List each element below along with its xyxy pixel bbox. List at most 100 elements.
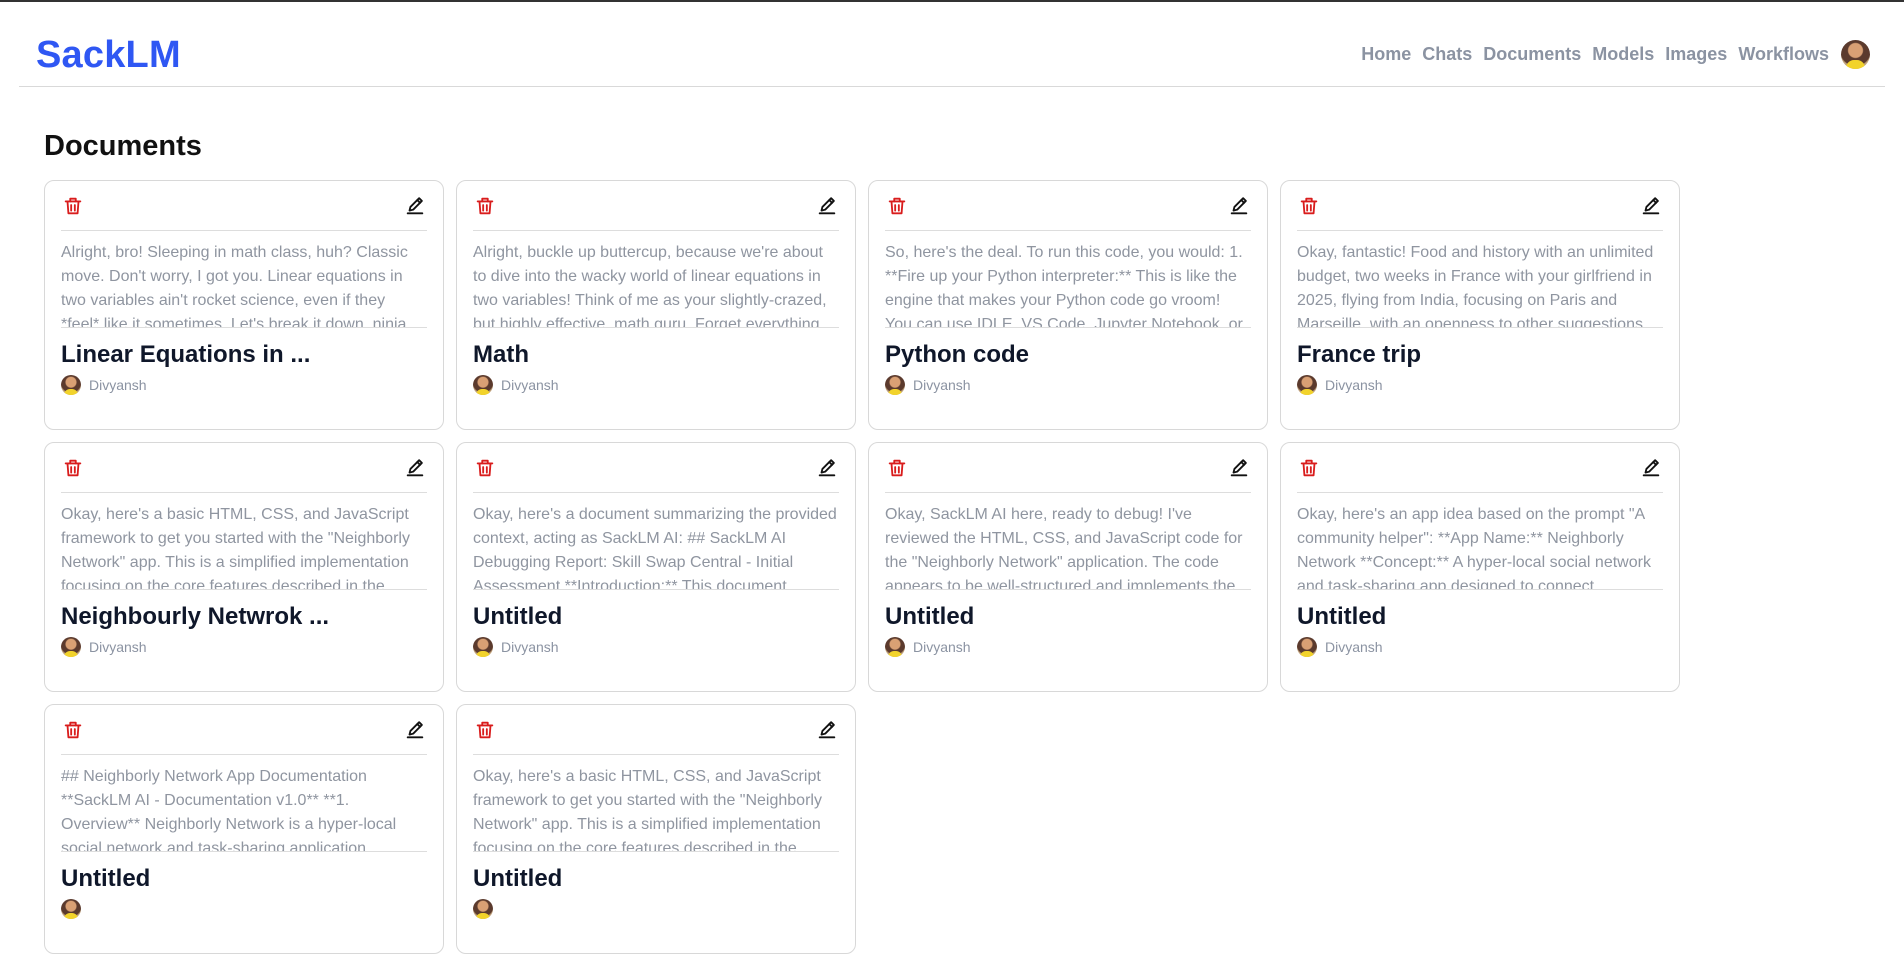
author-name: Divyansh xyxy=(89,639,147,655)
document-title[interactable]: Linear Equations in ... xyxy=(61,340,427,370)
pencil-icon[interactable] xyxy=(1227,194,1251,218)
user-avatar[interactable] xyxy=(1841,40,1870,69)
author-name: Divyansh xyxy=(913,377,971,393)
author-avatar xyxy=(61,637,81,657)
document-author: Divyansh xyxy=(885,637,1251,657)
document-preview: Okay, SackLM AI here, ready to debug! I'… xyxy=(885,493,1251,590)
document-card[interactable]: Alright, bro! Sleeping in math class, hu… xyxy=(44,180,444,430)
trash-icon[interactable] xyxy=(473,456,497,480)
document-author xyxy=(61,899,427,919)
document-preview: Alright, buckle up buttercup, because we… xyxy=(473,231,839,328)
document-card[interactable]: So, here's the deal. To run this code, y… xyxy=(868,180,1268,430)
document-card[interactable]: Okay, here's a document summarizing the … xyxy=(456,442,856,692)
author-avatar xyxy=(473,637,493,657)
nav-documents[interactable]: Documents xyxy=(1483,44,1581,65)
author-avatar xyxy=(885,375,905,395)
author-name: Divyansh xyxy=(89,377,147,393)
nav-images[interactable]: Images xyxy=(1665,44,1727,65)
document-card[interactable]: Alright, buckle up buttercup, because we… xyxy=(456,180,856,430)
document-preview: ## Neighborly Network App Documentation … xyxy=(61,755,427,852)
main-navigation: Home Chats Documents Models Images Workf… xyxy=(1361,40,1870,69)
nav-home[interactable]: Home xyxy=(1361,44,1411,65)
trash-icon[interactable] xyxy=(61,194,85,218)
document-card[interactable]: ## Neighborly Network App Documentation … xyxy=(44,704,444,954)
document-author xyxy=(473,899,839,919)
author-avatar xyxy=(1297,637,1317,657)
pencil-icon[interactable] xyxy=(815,456,839,480)
document-title[interactable]: Untitled xyxy=(473,602,839,632)
author-avatar xyxy=(61,375,81,395)
document-title[interactable]: Math xyxy=(473,340,839,370)
document-preview: Okay, here's a basic HTML, CSS, and Java… xyxy=(473,755,839,852)
author-avatar xyxy=(61,899,81,919)
trash-icon[interactable] xyxy=(885,194,909,218)
card-toolbar xyxy=(61,181,427,231)
document-preview: Okay, here's a document summarizing the … xyxy=(473,493,839,590)
author-avatar xyxy=(1297,375,1317,395)
author-name: Divyansh xyxy=(913,639,971,655)
document-author: Divyansh xyxy=(473,637,839,657)
top-navigation-bar: SackLM Home Chats Documents Models Image… xyxy=(19,2,1885,87)
author-name: Divyansh xyxy=(1325,377,1383,393)
author-name: Divyansh xyxy=(501,639,559,655)
document-title[interactable]: Untitled xyxy=(61,864,427,894)
trash-icon[interactable] xyxy=(61,718,85,742)
nav-models[interactable]: Models xyxy=(1592,44,1654,65)
document-card[interactable]: Okay, here's a basic HTML, CSS, and Java… xyxy=(456,704,856,954)
trash-icon[interactable] xyxy=(473,718,497,742)
pencil-icon[interactable] xyxy=(1639,456,1663,480)
document-author: Divyansh xyxy=(885,375,1251,395)
nav-chats[interactable]: Chats xyxy=(1422,44,1472,65)
document-author: Divyansh xyxy=(61,375,427,395)
document-title[interactable]: France trip xyxy=(1297,340,1663,370)
card-toolbar xyxy=(473,181,839,231)
document-title[interactable]: Untitled xyxy=(1297,602,1663,632)
author-name: Divyansh xyxy=(501,377,559,393)
document-author: Divyansh xyxy=(61,637,427,657)
trash-icon[interactable] xyxy=(1297,194,1321,218)
document-title[interactable]: Untitled xyxy=(473,864,839,894)
nav-workflows[interactable]: Workflows xyxy=(1738,44,1829,65)
trash-icon[interactable] xyxy=(61,456,85,480)
brand-logo[interactable]: SackLM xyxy=(36,34,181,77)
pencil-icon[interactable] xyxy=(403,718,427,742)
document-title[interactable]: Neighbourly Netwrok ... xyxy=(61,602,427,632)
document-card[interactable]: Okay, here's a basic HTML, CSS, and Java… xyxy=(44,442,444,692)
document-preview: Okay, here's a basic HTML, CSS, and Java… xyxy=(61,493,427,590)
document-author: Divyansh xyxy=(1297,637,1663,657)
card-toolbar xyxy=(1297,181,1663,231)
document-card[interactable]: Okay, fantastic! Food and history with a… xyxy=(1280,180,1680,430)
document-title[interactable]: Untitled xyxy=(885,602,1251,632)
page-title: Documents xyxy=(44,130,202,162)
document-card[interactable]: Okay, here's an app idea based on the pr… xyxy=(1280,442,1680,692)
pencil-icon[interactable] xyxy=(815,718,839,742)
card-toolbar xyxy=(885,443,1251,493)
author-avatar xyxy=(885,637,905,657)
card-toolbar xyxy=(61,705,427,755)
document-preview: Okay, here's an app idea based on the pr… xyxy=(1297,493,1663,590)
pencil-icon[interactable] xyxy=(1227,456,1251,480)
document-preview: So, here's the deal. To run this code, y… xyxy=(885,231,1251,328)
card-toolbar xyxy=(473,705,839,755)
document-preview: Okay, fantastic! Food and history with a… xyxy=(1297,231,1663,328)
card-toolbar xyxy=(473,443,839,493)
document-title[interactable]: Python code xyxy=(885,340,1251,370)
pencil-icon[interactable] xyxy=(403,456,427,480)
trash-icon[interactable] xyxy=(1297,456,1321,480)
pencil-icon[interactable] xyxy=(815,194,839,218)
card-toolbar xyxy=(885,181,1251,231)
document-preview: Alright, bro! Sleeping in math class, hu… xyxy=(61,231,427,328)
documents-grid: Alright, bro! Sleeping in math class, hu… xyxy=(44,180,1680,954)
document-author: Divyansh xyxy=(473,375,839,395)
author-name: Divyansh xyxy=(1325,639,1383,655)
pencil-icon[interactable] xyxy=(1639,194,1663,218)
card-toolbar xyxy=(1297,443,1663,493)
author-avatar xyxy=(473,375,493,395)
trash-icon[interactable] xyxy=(885,456,909,480)
pencil-icon[interactable] xyxy=(403,194,427,218)
trash-icon[interactable] xyxy=(473,194,497,218)
document-card[interactable]: Okay, SackLM AI here, ready to debug! I'… xyxy=(868,442,1268,692)
document-author: Divyansh xyxy=(1297,375,1663,395)
author-avatar xyxy=(473,899,493,919)
card-toolbar xyxy=(61,443,427,493)
